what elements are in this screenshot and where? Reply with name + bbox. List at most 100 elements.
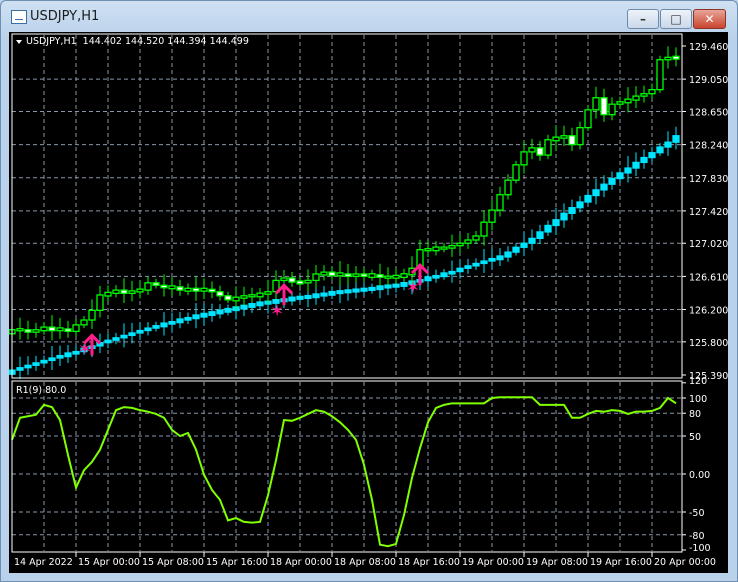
lower-candle-body [672,135,680,143]
star-icon: ✶ [270,301,284,321]
upper-candle-body [144,282,152,291]
close-icon: ✕ [704,12,715,26]
time-label: 19 Apr 00:00 [462,557,524,568]
lower-candle-body [328,290,336,296]
time-label: 15 Apr 08:00 [142,557,204,568]
price-label: 126.200 [689,306,728,317]
indicator-axis-label: 100 [689,394,707,405]
upper-candle-body [672,55,680,60]
price-label: 129.050 [689,75,728,86]
lower-candle-body [168,320,176,325]
upper-candle-body [648,89,656,95]
upper-candle-body [608,103,616,116]
upper-candle-body [328,271,336,277]
upper-candle-body [288,277,296,283]
lower-candle-body [480,260,488,265]
lower-candle-body [64,352,72,358]
lower-candle-body [312,293,320,299]
upper-candle-body [536,147,544,156]
lower-candle-body [576,201,584,209]
chart-area[interactable]: ✶ ✶ ✶ USDJPY,H1 144.402 144.520 144.394 14… [9,32,728,573]
upper-candle-body [24,329,32,333]
upper-candle-body [368,273,376,279]
upper-candle-body [64,328,72,332]
upper-candle-body [136,288,144,293]
indicator-axis-label: -100 [689,543,711,554]
upper-candle-body [40,326,48,332]
upper-candle-body [128,290,136,295]
lower-candle-body [608,177,616,185]
upper-candle-body [192,287,200,292]
upper-candle-body [600,97,608,116]
upper-candle-body [592,97,600,111]
indicator-axis-label: 50 [689,432,701,443]
upper-candle-body [432,246,440,252]
lower-candle-body [536,231,544,240]
upper-candle-body [232,296,240,302]
close-button[interactable]: ✕ [693,9,726,29]
lower-candle-body [152,325,160,329]
minimize-icon: – [640,12,646,26]
lower-candle-body [256,301,264,307]
upper-candle-body [352,273,360,278]
lower-candle-body [584,194,592,203]
upper-candle-body [480,221,488,237]
lower-candle-body [624,167,632,174]
time-label: 18 Apr 00:00 [270,557,332,568]
lower-candle-body [16,367,24,371]
lower-candle-body [560,212,568,221]
upper-candle-body [472,235,480,241]
lower-candle-body [592,189,600,197]
lower-candle-body [192,314,200,320]
lower-candle-body [464,265,472,269]
lower-candle-body [520,242,528,248]
lower-candle-body [160,322,168,328]
lower-candle-body [648,152,656,159]
upper-candle-body [72,324,80,332]
lower-candle-body [360,287,368,292]
time-label: 15 Apr 00:00 [78,557,140,568]
lower-candle-body [432,274,440,279]
lower-candle-body [616,172,624,180]
title-bar[interactable]: USDJPY,H1 – □ ✕ [1,1,737,31]
upper-candle-body [664,56,672,61]
upper-candle-body [216,291,224,297]
lower-candle-body [632,161,640,169]
indicator-pane-border [11,380,683,553]
lower-candle-body [640,156,648,164]
upper-candle-body [96,294,104,311]
upper-candle-body [32,329,40,333]
chart-canvas[interactable]: ✶ ✶ ✶ USDJPY,H1 144.402 144.520 144.394 14… [9,32,728,573]
upper-candle-body [376,274,384,278]
upper-candle-body [576,126,584,146]
time-label: 14 Apr 2022 [14,557,73,568]
upper-candle-body [208,288,216,293]
lower-candle-body [32,362,40,366]
lower-candle-body [664,141,672,148]
lower-candle-body [392,283,400,288]
upper-candle-body [296,280,304,285]
upper-candle-body [392,274,400,279]
lower-candle-body [56,354,64,359]
upper-candle-body [16,328,24,332]
dropdown-triangle-icon[interactable] [16,40,22,44]
indicator-axis-label: 120 [689,376,707,387]
lower-candle-body [448,270,456,275]
indicator-axis-label: -80 [689,531,705,542]
upper-candle-body [152,282,160,286]
upper-candle-body [568,135,576,146]
upper-candle-body [112,289,120,295]
lower-candle-body [600,183,608,191]
price-label: 125.800 [689,338,728,349]
upper-candle-body [384,275,392,279]
upper-candle-body [312,273,320,282]
upper-candle-body [360,273,368,278]
upper-candle-body [504,179,512,196]
chart-window-icon [11,10,27,24]
upper-candle-body [496,194,504,211]
minimize-button[interactable]: – [627,9,659,29]
maximize-button[interactable]: □ [660,9,692,29]
upper-candle-body [80,319,88,326]
upper-candle-body [488,209,496,223]
lower-candle-body [208,311,216,317]
